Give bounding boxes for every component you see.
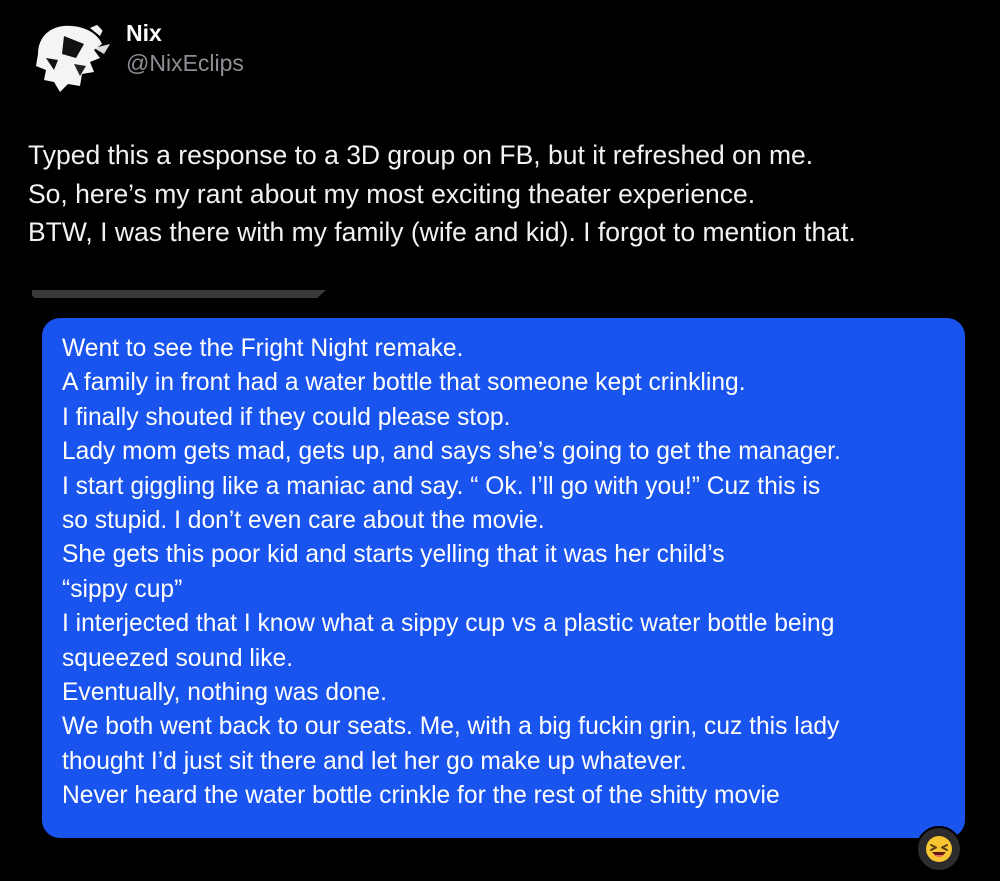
media-card-edge [32,290,326,298]
tweet-line: BTW, I was there with my family (wife an… [28,217,856,247]
message-line: We both went back to our seats. Me, with… [62,713,840,741]
author-names: Nix @NixEclips [126,18,244,78]
tweet-body: Typed this a response to a 3D group on F… [28,136,988,252]
tweet-line: Typed this a response to a 3D group on F… [28,140,814,170]
message-line: squeezed sound like. [62,644,294,672]
message-line: A family in front had a water bottle tha… [62,369,746,397]
message-line: She gets this poor kid and starts yellin… [62,541,725,569]
tweet-line: So, here’s my rant about my most excitin… [28,178,756,209]
tweet-header: Nix @NixEclips [24,14,244,102]
message-reaction[interactable] [916,826,962,872]
author-avatar[interactable] [24,14,112,102]
message-line: so stupid. I don’t even care about the m… [62,507,545,535]
message-line: I finally shouted if they could please s… [62,403,511,431]
message-line: Lady mom gets mad, gets up, and says she… [62,438,841,466]
message-bubble[interactable]: Went to see the Fright Night remake. A f… [42,318,965,838]
message-line: thought I’d just sit there and let her g… [62,747,687,775]
message-line: Went to see the Fright Night remake. [62,335,464,362]
message-line: Never heard the water bottle crinkle for… [62,782,780,810]
message-line: Eventually, nothing was done. [62,679,387,707]
laughing-face-emoji-icon [926,836,952,862]
skull-avatar-icon [24,14,112,102]
message-line: I interjected that I know what a sippy c… [62,610,835,638]
author-display-name[interactable]: Nix [126,18,244,48]
message-line: I start giggling like a maniac and say. … [62,472,821,500]
author-handle[interactable]: @NixEclips [126,48,244,78]
message-line: “sippy cup” [62,575,183,603]
